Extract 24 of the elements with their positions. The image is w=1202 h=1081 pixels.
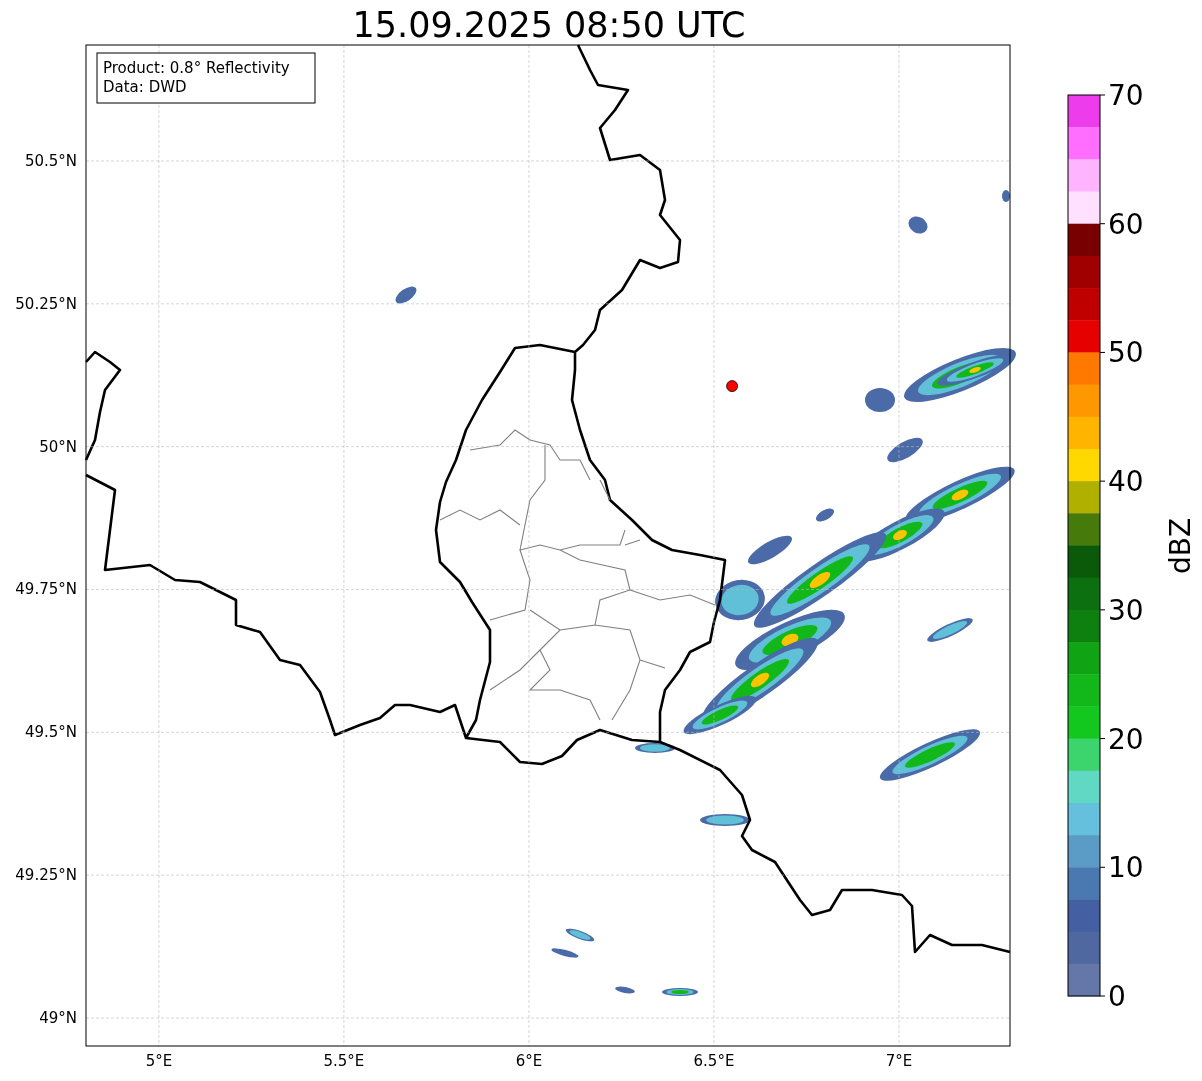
latitude-label: 49.25°N [15,866,77,885]
longitude-label: 5.5°E [323,1052,365,1070]
info-text: Product: 0.8° Reflectivity [103,59,290,77]
chart-title: 15.09.2025 08:50 UTC [352,5,746,45]
latitude-label: 49°N [39,1009,77,1027]
colorbar-tick-label: 0 [1108,980,1126,1013]
latitude-label: 50°N [39,437,77,456]
colorbar-label: dBZ [1164,517,1197,575]
longitude-label: 6.5°E [693,1052,735,1070]
colorbar-tick-label: 50 [1108,336,1144,370]
latitude-label: 50.5°N [24,152,77,170]
longitude-label: 7°E [885,1052,913,1070]
colorbar-tick-label: 30 [1108,593,1144,627]
colorbar-tick-label: 70 [1108,79,1144,112]
latitude-label: 49.75°N [15,580,77,599]
colorbar-tick-label: 60 [1108,207,1144,241]
latitude-label: 50.25°N [15,294,77,313]
colorbar-tick-label: 10 [1108,851,1144,885]
info-text: Data: DWD [103,78,187,96]
latitude-label: 49.5°N [24,723,77,742]
longitude-label: 5°E [145,1052,173,1070]
colorbar-tick-label: 40 [1108,465,1144,499]
colorbar-tick-label: 20 [1108,722,1144,756]
longitude-label: 6°E [515,1052,543,1070]
